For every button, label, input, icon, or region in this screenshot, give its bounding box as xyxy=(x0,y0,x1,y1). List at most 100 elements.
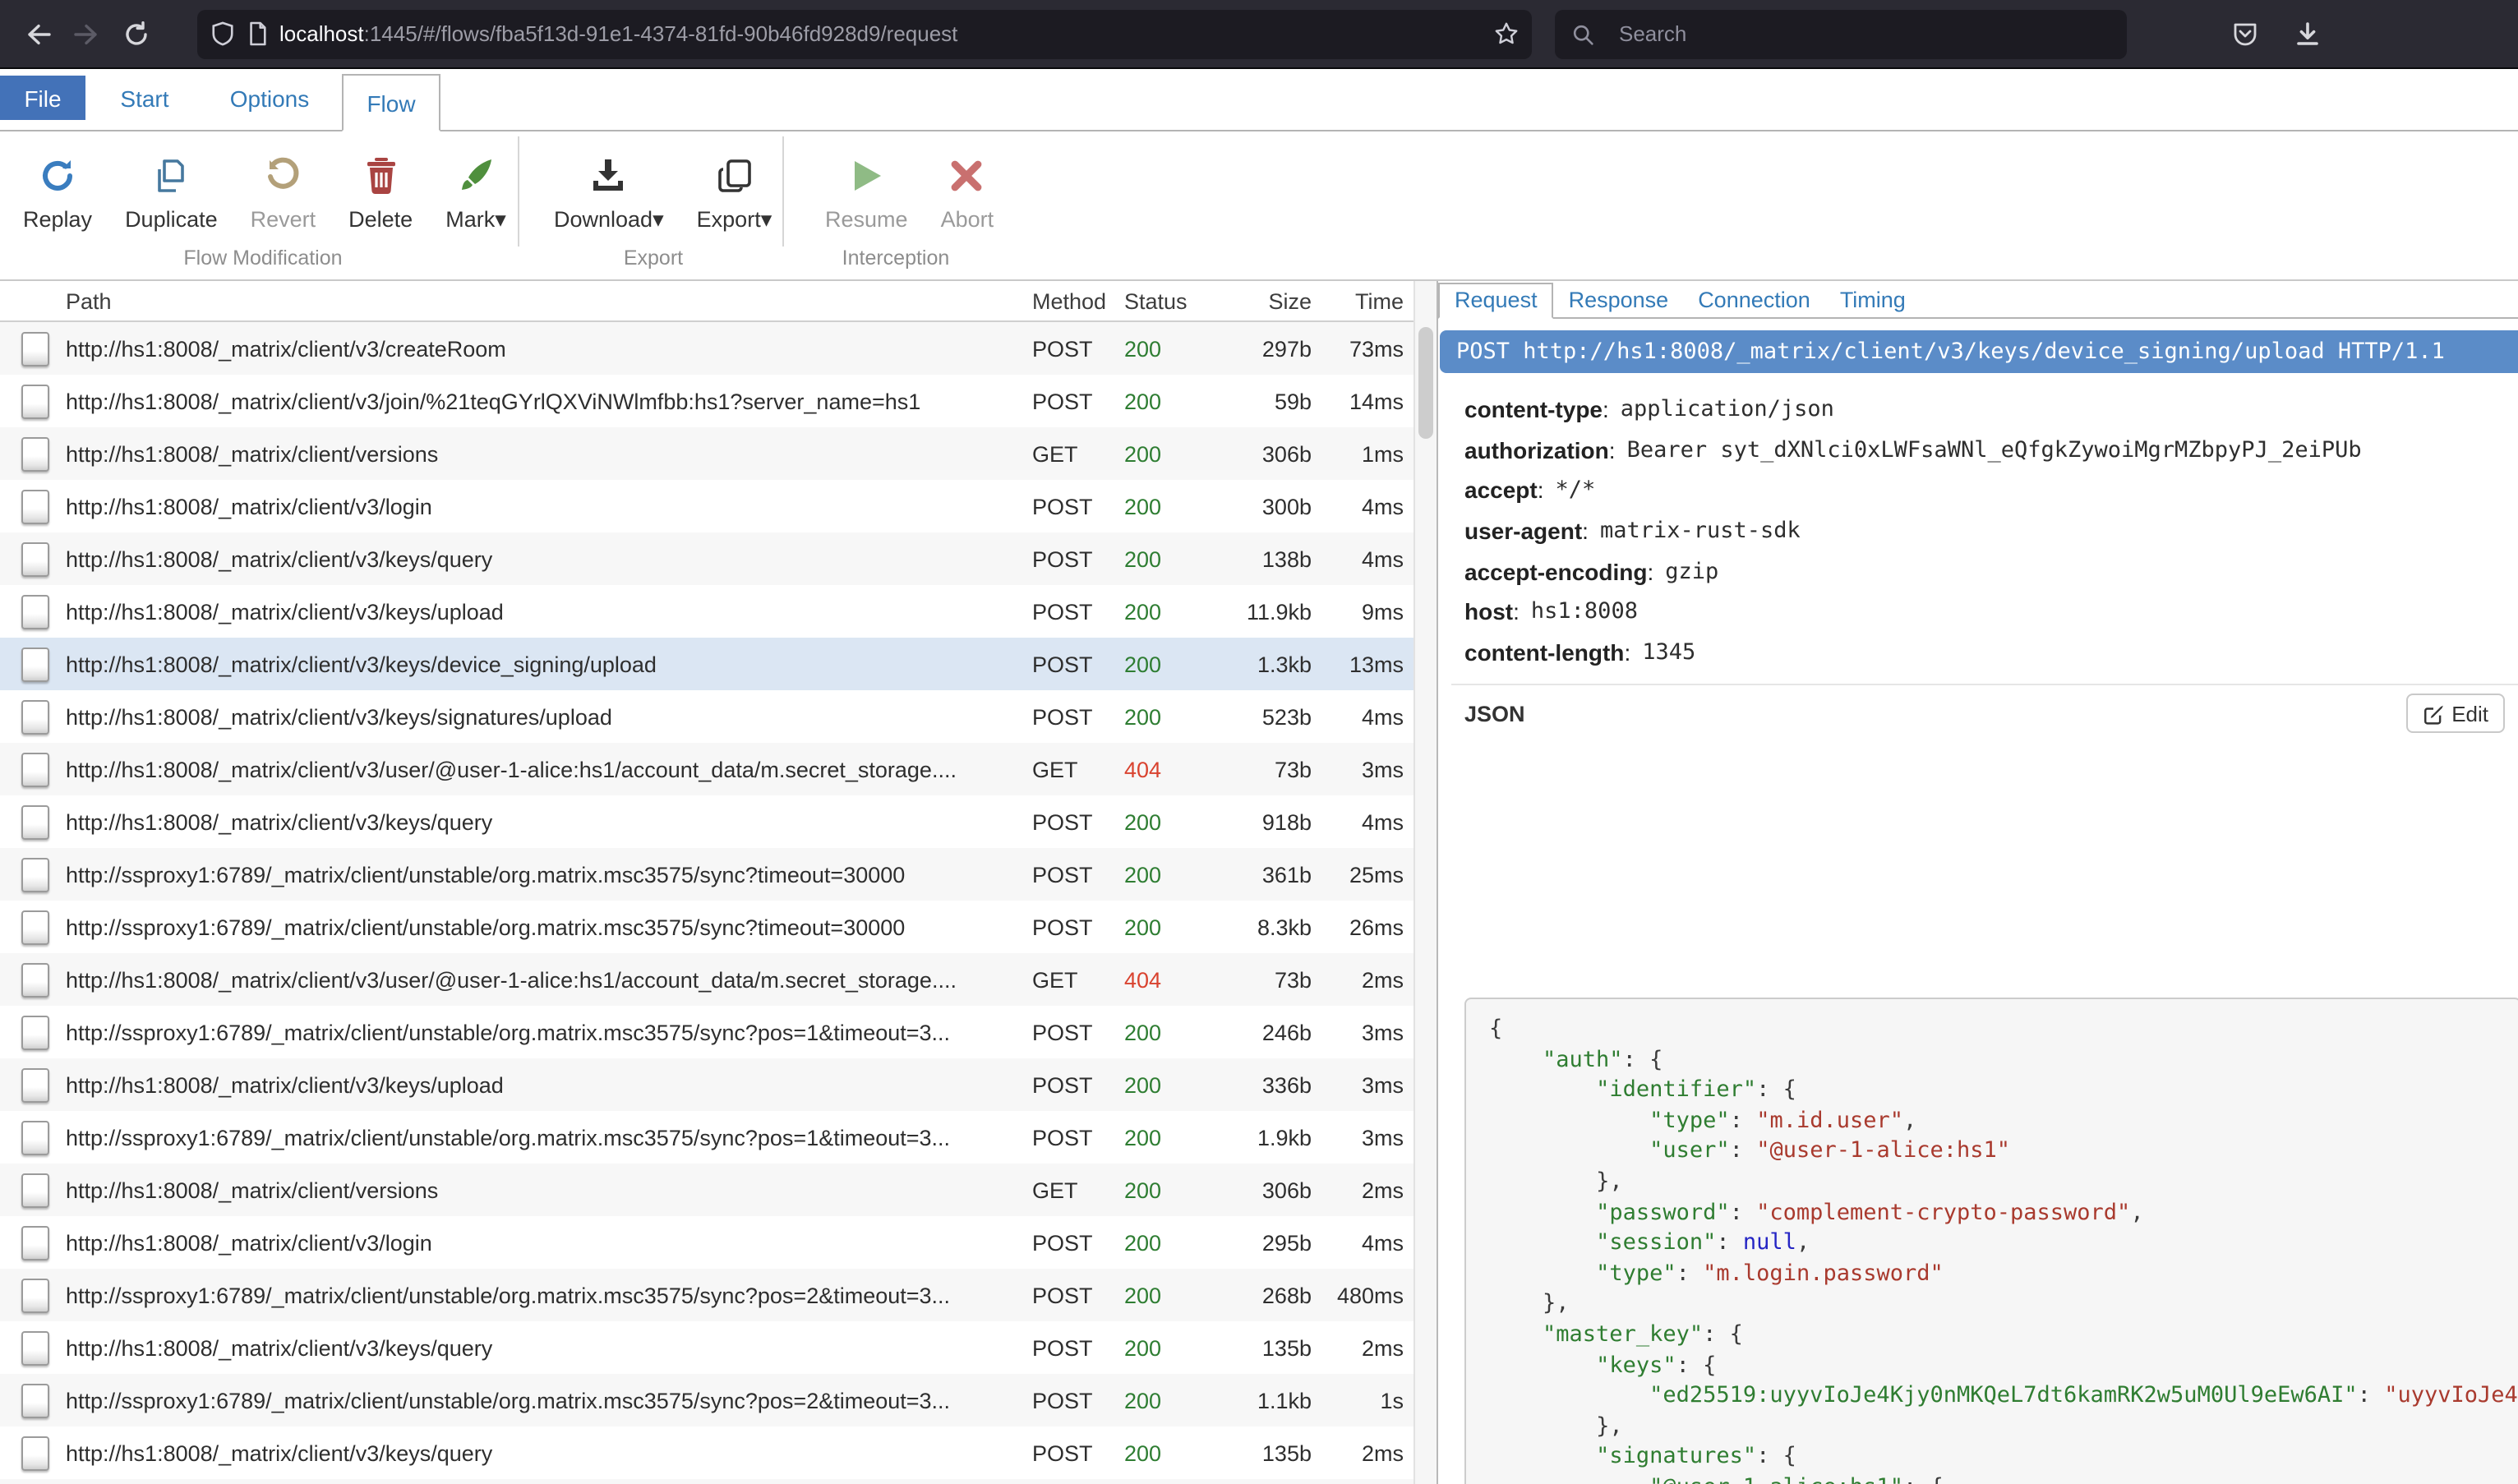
bookmark-star-icon[interactable] xyxy=(1494,21,1519,46)
request-header[interactable]: host:hs1:8008 xyxy=(1464,592,2518,632)
export-button[interactable]: Export▾ xyxy=(680,131,789,233)
flow-row[interactable]: http://hs1:8008/_matrix/client/v3/loginP… xyxy=(0,1216,1413,1269)
flow-row[interactable]: http://ssproxy1:6789/_matrix/client/unst… xyxy=(0,1006,1413,1058)
download-button[interactable]: Download▾ xyxy=(537,131,680,233)
revert-button[interactable]: Revert xyxy=(234,131,333,232)
flow-time: 3ms xyxy=(1312,757,1413,781)
url-bar[interactable]: localhost:1445/#/flows/fba5f13d-91e1-437… xyxy=(197,9,1532,58)
request-header[interactable]: user-agent:matrix-rust-sdk xyxy=(1464,511,2518,551)
flow-path: http://hs1:8008/_matrix/client/v3/keys/q… xyxy=(59,546,1032,571)
request-header[interactable]: accept:*/* xyxy=(1464,470,2518,510)
menu-file[interactable]: File xyxy=(0,76,85,120)
column-size[interactable]: Size xyxy=(1210,288,1312,313)
flow-row[interactable]: http://ssproxy1:6789/_matrix/client/unst… xyxy=(0,1269,1413,1321)
json-token-s: "@user-1-alice:hs1" xyxy=(1756,1138,2010,1164)
flow-time: 4ms xyxy=(1312,546,1413,571)
request-line[interactable]: POST http://hs1:8008/_matrix/client/v3/k… xyxy=(1440,330,2518,373)
column-time[interactable]: Time xyxy=(1312,288,1413,313)
flow-size: 523b xyxy=(1210,704,1312,729)
tab-connection[interactable]: Connection xyxy=(1683,284,1825,317)
body-format-row: JSON Edit xyxy=(1464,685,2505,741)
header-value: matrix-rust-sdk xyxy=(1600,518,1801,544)
flow-method: POST xyxy=(1032,1440,1124,1465)
reload-button[interactable] xyxy=(112,9,161,58)
downloads-icon[interactable] xyxy=(2294,21,2321,47)
menu-options[interactable]: Options xyxy=(207,76,332,120)
flow-row[interactable]: http://hs1:8008/_matrix/client/v3/join/%… xyxy=(0,375,1413,427)
abort-button[interactable]: Abort xyxy=(925,131,1011,232)
flow-row[interactable]: http://hs1:8008/_matrix/client/v3/keys/s… xyxy=(0,690,1413,743)
mark-button[interactable]: Mark▾ xyxy=(429,131,523,233)
request-header[interactable]: accept-encoding:gzip xyxy=(1464,551,2518,592)
flow-row[interactable]: http://hs1:8008/_matrix/client/versionsG… xyxy=(0,1164,1413,1216)
json-body-viewer[interactable]: { "auth": { "identifier": { "type": "m.i… xyxy=(1464,998,2518,1484)
flow-row[interactable]: http://hs1:8008/_matrix/client/v3/keys/d… xyxy=(0,638,1413,690)
column-method[interactable]: Method xyxy=(1032,288,1124,313)
flow-path: http://hs1:8008/_matrix/client/v3/user/@… xyxy=(59,757,1032,781)
flow-path: http://hs1:8008/_matrix/client/v3/keys/s… xyxy=(59,704,1032,729)
flow-row[interactable]: http://ssproxy1:6789/_matrix/client/unst… xyxy=(0,1111,1413,1164)
delete-icon xyxy=(362,154,399,197)
menu-flow-tab[interactable]: Flow xyxy=(342,74,440,131)
flow-row[interactable]: http://ssproxy1:6789/_matrix/client/unst… xyxy=(0,1374,1413,1426)
json-line: "type": "m.id.user", xyxy=(1489,1106,2518,1136)
replay-icon xyxy=(38,154,77,197)
flow-row[interactable]: http://hs1:8008/_matrix/client/v3/keys/q… xyxy=(0,532,1413,585)
flow-row[interactable]: http://hs1:8008/_matrix/client/v3/keys/u… xyxy=(0,1058,1413,1111)
tab-response[interactable]: Response xyxy=(1554,284,1684,317)
document-icon xyxy=(0,857,59,892)
json-token-s: "complement-crypto-password" xyxy=(1756,1199,2130,1225)
delete-button[interactable]: Delete xyxy=(332,131,429,232)
request-header[interactable]: content-type:application/json xyxy=(1464,389,2518,430)
flow-status: 200 xyxy=(1124,704,1210,729)
edit-button[interactable]: Edit xyxy=(2405,694,2505,733)
flow-row[interactable]: http://hs1:8008/_matrix/client/v3/keys/q… xyxy=(0,795,1413,848)
flow-list-scrollbar[interactable] xyxy=(1413,281,1437,1484)
flow-row[interactable]: http://hs1:8008/_matrix/client/v3/user/@… xyxy=(0,743,1413,795)
flow-status: 200 xyxy=(1124,1020,1210,1044)
menu-start[interactable]: Start xyxy=(95,76,194,120)
header-separator: : xyxy=(1538,477,1544,504)
url-text: localhost:1445/#/flows/fba5f13d-91e1-437… xyxy=(279,21,1484,46)
status-code: 404 xyxy=(1124,757,1161,781)
replay-button[interactable]: Replay xyxy=(7,131,108,232)
flow-size: 1.3kb xyxy=(1210,652,1312,676)
status-code: 200 xyxy=(1124,1020,1161,1044)
status-code: 200 xyxy=(1124,1072,1161,1097)
flow-row[interactable]: http://hs1:8008/_matrix/client/v3/keys/q… xyxy=(0,1426,1413,1479)
flow-status: 200 xyxy=(1124,1335,1210,1360)
column-path[interactable]: Path xyxy=(59,288,1032,313)
shield-icon[interactable] xyxy=(210,21,235,46)
json-token-p: }, xyxy=(1596,1168,1623,1195)
flow-row[interactable]: http://ssproxy1:6789/_matrix/client/unst… xyxy=(0,901,1413,953)
duplicate-button[interactable]: Duplicate xyxy=(108,131,234,232)
tab-request[interactable]: Request xyxy=(1438,283,1554,319)
flow-row[interactable]: http://hs1:8008/_matrix/client/v3/user/@… xyxy=(0,953,1413,1006)
flow-row[interactable]: http://hs1:8008/_matrix/client/v3/loginP… xyxy=(0,480,1413,532)
json-token-p: : xyxy=(1716,1229,1743,1256)
resume-button[interactable]: Resume xyxy=(809,131,925,232)
flow-row[interactable] xyxy=(0,1479,1413,1484)
request-header[interactable]: authorization:Bearer syt_dXNlci0xLWFsaWN… xyxy=(1464,430,2518,470)
flow-method: POST xyxy=(1032,704,1124,729)
column-status[interactable]: Status xyxy=(1124,288,1210,313)
back-button[interactable] xyxy=(13,9,62,58)
flow-toolbar: Replay Duplicate Revert Delete xyxy=(0,131,2518,281)
request-headers: content-type:application/jsonauthorizati… xyxy=(1464,389,2518,672)
page-info-icon[interactable] xyxy=(247,21,268,46)
pocket-icon[interactable] xyxy=(2232,21,2258,47)
flow-row[interactable]: http://hs1:8008/_matrix/client/v3/keys/u… xyxy=(0,585,1413,638)
tab-timing[interactable]: Timing xyxy=(1825,284,1921,317)
flow-row[interactable]: http://ssproxy1:6789/_matrix/client/unst… xyxy=(0,848,1413,901)
flow-row[interactable]: http://hs1:8008/_matrix/client/v3/keys/q… xyxy=(0,1321,1413,1374)
search-bar[interactable]: Search xyxy=(1555,9,2127,58)
toolbar-separator xyxy=(518,136,519,247)
request-header[interactable]: content-length:1345 xyxy=(1464,632,2518,672)
forward-button[interactable] xyxy=(62,9,112,58)
flow-row[interactable]: http://hs1:8008/_matrix/client/versionsG… xyxy=(0,427,1413,480)
flow-row[interactable]: http://hs1:8008/_matrix/client/v3/create… xyxy=(0,322,1413,375)
header-name: accept-encoding xyxy=(1464,558,1648,584)
status-code: 200 xyxy=(1124,389,1161,413)
scrollbar-thumb[interactable] xyxy=(1418,327,1433,439)
flow-size: 297b xyxy=(1210,336,1312,361)
